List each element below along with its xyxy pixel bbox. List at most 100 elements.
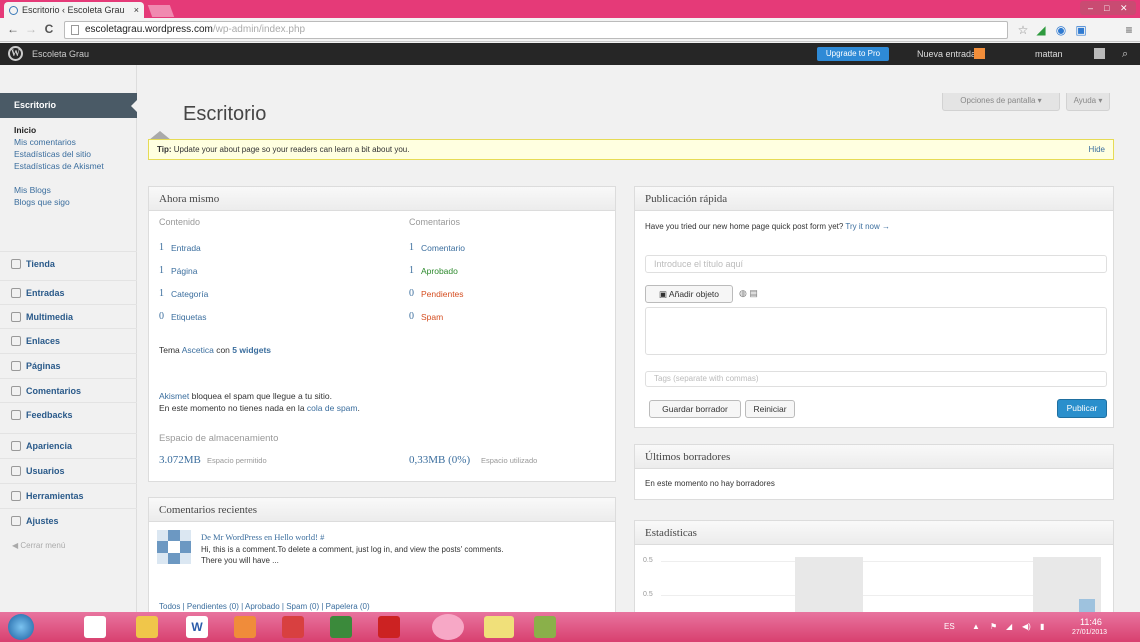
comment-author-line[interactable]: De Mr WordPress en Hello world! # (201, 532, 324, 542)
save-draft-button[interactable]: Guardar borrador (649, 400, 741, 418)
excel-icon[interactable] (330, 616, 352, 638)
acrobat-icon[interactable] (378, 616, 400, 638)
content-column-header: Contenido (159, 217, 201, 227)
spam-link[interactable]: Spam (421, 312, 443, 322)
sidebar-sub-inicio[interactable]: Inicio (14, 125, 36, 135)
new-post-link[interactable]: Nueva entrada (917, 43, 976, 65)
pages-count[interactable]: 1 (159, 265, 164, 276)
chrome-icon[interactable] (432, 614, 464, 640)
sidebar-sub-mis-blogs[interactable]: Mis Blogs (14, 185, 51, 195)
language-icon[interactable]: ES (944, 622, 955, 631)
clock-time[interactable]: 11:46 (1080, 617, 1102, 627)
tab-close-icon[interactable]: × (134, 2, 139, 18)
add-media-button[interactable]: ▣ Añadir objeto (645, 285, 733, 303)
sidebar-item-enlaces[interactable]: Enlaces (0, 328, 137, 352)
sidebar-sub-estadisticas-sitio[interactable]: Estadísticas del sitio (14, 149, 91, 159)
forward-icon[interactable]: → (24, 21, 38, 37)
categories-link[interactable]: Categoría (171, 289, 208, 299)
game-icon[interactable] (282, 616, 304, 638)
media-player-icon[interactable] (234, 616, 256, 638)
help-button[interactable]: Ayuda ▾ (1066, 93, 1110, 111)
posts-link[interactable]: Entrada (171, 243, 201, 253)
reset-button[interactable]: Reiniciar (745, 400, 795, 418)
theme-link[interactable]: Ascetica (182, 345, 214, 355)
sidebar-sub-mis-comentarios[interactable]: Mis comentarios (14, 137, 76, 147)
search-icon[interactable]: ⌕ (1122, 43, 1128, 65)
tags-link[interactable]: Etiquetas (171, 312, 206, 322)
comments-count[interactable]: 1 (409, 242, 414, 253)
clock-date[interactable]: 27/01/2013 (1072, 629, 1107, 636)
avatar[interactable] (1094, 48, 1105, 59)
sidebar-item-multimedia[interactable]: Multimedia (0, 304, 137, 328)
widgets-link[interactable]: 5 widgets (232, 345, 271, 355)
screen-options-button[interactable]: Opciones de pantalla ▾ (942, 93, 1060, 111)
sidebar-item-comentarios[interactable]: Comentarios (0, 378, 137, 402)
signal-extension-icon[interactable]: ◢ (1034, 23, 1048, 37)
browser-tab[interactable]: Escritorio ‹ Escoleta Grau × (4, 2, 144, 18)
stats-widget: Estadísticas 0.5 0.5 (634, 520, 1114, 616)
battery-icon[interactable]: ▮ (1040, 622, 1044, 631)
spam-count[interactable]: 0 (409, 311, 414, 322)
network-icon[interactable]: ◢ (1006, 622, 1012, 631)
sidebar-sub-blogs-que-sigo[interactable]: Blogs que sigo (14, 197, 70, 207)
pages-link[interactable]: Página (171, 266, 197, 276)
comment-excerpt-1: Hi, this is a comment.To delete a commen… (201, 545, 504, 554)
minimize-icon[interactable]: – (1088, 1, 1093, 15)
bookmark-star-icon[interactable]: ☆ (1016, 23, 1030, 37)
sidebar-item-usuarios[interactable]: Usuarios (0, 458, 137, 482)
network-app-icon[interactable] (534, 616, 556, 638)
pending-count[interactable]: 0 (409, 288, 414, 299)
volume-icon[interactable]: ◀) (1022, 622, 1031, 631)
sidebar-item-entradas[interactable]: Entradas (0, 280, 137, 304)
upgrade-button[interactable]: Upgrade to Pro (817, 47, 889, 61)
posts-count[interactable]: 1 (159, 242, 164, 253)
approved-link[interactable]: Aprobado (421, 266, 458, 276)
publish-button[interactable]: Publicar (1057, 399, 1107, 418)
post-title-input[interactable]: Introduce el título aquí (645, 255, 1107, 273)
eye-extension-icon[interactable]: ◉ (1054, 23, 1068, 37)
word-icon[interactable]: W (186, 616, 208, 638)
spam-queue-link[interactable]: cola de spam (307, 403, 358, 413)
user-menu[interactable]: mattan (1035, 43, 1063, 65)
comment-filters[interactable]: Todos | Pendientes (0) | Aprobado | Spam… (159, 602, 370, 611)
paint-icon[interactable] (84, 616, 106, 638)
sidebar-item-ajustes[interactable]: Ajustes (0, 508, 137, 532)
tray-arrow-icon[interactable]: ▲ (972, 622, 980, 631)
categories-count[interactable]: 1 (159, 288, 164, 299)
start-button-icon[interactable] (8, 614, 34, 640)
window-controls[interactable]: – □ ✕ (1080, 1, 1136, 15)
post-content-textarea[interactable] (645, 307, 1107, 355)
pending-link[interactable]: Pendientes (421, 289, 464, 299)
sidebar-item-apariencia[interactable]: Apariencia (0, 433, 137, 457)
akismet-link[interactable]: Akismet (159, 391, 189, 401)
back-icon[interactable]: ← (6, 21, 20, 37)
flag-icon[interactable]: ⚑ (990, 622, 997, 631)
browser-menu-icon[interactable]: ≡ (1122, 23, 1136, 37)
try-it-now-link[interactable]: Try it now → (845, 222, 890, 231)
approved-count[interactable]: 1 (409, 265, 414, 276)
poll-icon[interactable]: ◍ ▤ (739, 288, 758, 299)
sidebar-item-feedbacks[interactable]: Feedbacks (0, 402, 137, 426)
sidebar-item-tienda[interactable]: Tienda (0, 251, 137, 275)
picture-viewer-icon[interactable] (484, 616, 514, 638)
tags-count[interactable]: 0 (159, 311, 164, 322)
wordpress-logo-icon[interactable]: W (8, 46, 23, 61)
close-window-icon[interactable]: ✕ (1120, 1, 1128, 15)
site-name-link[interactable]: Escoleta Grau (32, 43, 89, 65)
collapse-menu-button[interactable]: ◀ Cerrar menú (12, 541, 65, 550)
tip-hide-link[interactable]: Hide (1089, 140, 1105, 159)
tags-input[interactable]: Tags (separate with commas) (645, 371, 1107, 387)
maximize-icon[interactable]: □ (1104, 1, 1109, 15)
comments-link[interactable]: Comentario (421, 243, 465, 253)
reload-icon[interactable]: C (42, 21, 56, 37)
sidebar-item-herramientas[interactable]: Herramientas (0, 483, 137, 507)
notifications-icon[interactable] (974, 48, 985, 59)
storage-allowed-label: Espacio permitido (207, 456, 267, 465)
sidebar-item-paginas[interactable]: Páginas (0, 353, 137, 377)
file-explorer-icon[interactable] (136, 616, 158, 638)
address-bar[interactable]: escoletagrau.wordpress.com/wp-admin/inde… (64, 21, 1008, 39)
new-tab-button[interactable] (147, 5, 175, 17)
translate-extension-icon[interactable]: ▣ (1074, 23, 1088, 37)
sidebar-item-escritorio[interactable]: Escritorio (0, 93, 137, 118)
sidebar-sub-estadisticas-akismet[interactable]: Estadísticas de Akismet (14, 161, 114, 171)
